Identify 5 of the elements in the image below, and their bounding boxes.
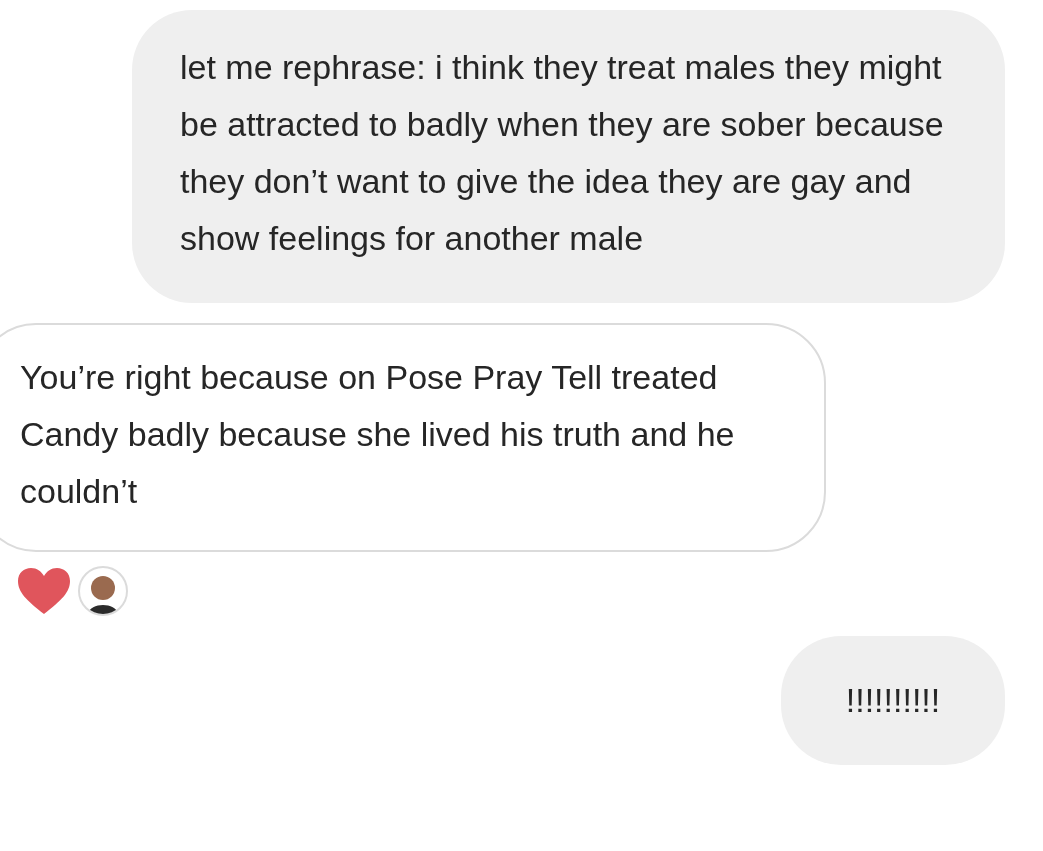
avatar bbox=[78, 566, 128, 616]
sent-message: let me rephrase: i think they treat males they might be attracted to badly when they are sober because they don’t want to give the idea they are gay and show feelings for another male bbox=[132, 10, 1005, 303]
heart-icon bbox=[16, 566, 72, 616]
sent-message: !!!!!!!!!! bbox=[781, 636, 1005, 765]
received-message: You’re right because on Pose Pray Tell treated Candy badly because she lived his truth and he couldn’t bbox=[0, 323, 826, 552]
